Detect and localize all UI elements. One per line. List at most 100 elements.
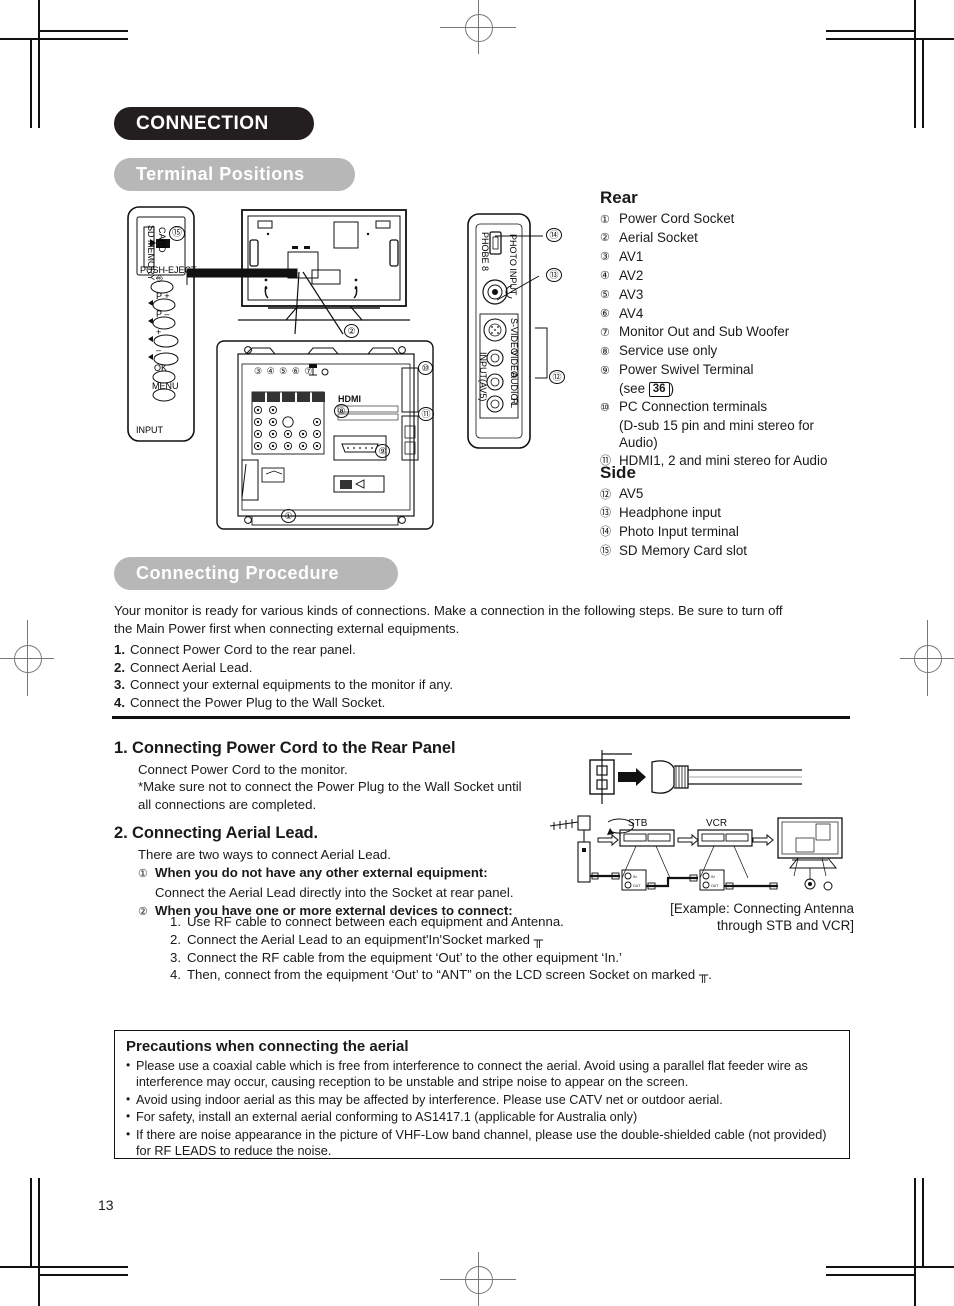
step-number: 1.	[114, 642, 125, 657]
example-caption: [Example: Connecting Antenna through STB…	[554, 900, 854, 934]
step-number: 2.	[114, 659, 125, 675]
connecting-procedure-banner: Connecting Procedure	[114, 557, 398, 590]
rear-callout-pc: ⑩	[418, 361, 434, 375]
list-item: 3. Connect the RF cable from the equipmen…	[170, 949, 790, 967]
item-number: ③	[600, 251, 610, 264]
item-label: Photo Input terminal	[619, 523, 739, 539]
list-item: ⑪ HDMI1, 2 and mini stereo for Audio	[600, 452, 890, 471]
list-item: ⑭ Photo Input terminal	[600, 523, 890, 542]
item-label: AV1	[619, 248, 644, 264]
crop-mark-bottom-left-inner-v	[30, 1178, 32, 1268]
item-label: AV4	[619, 305, 644, 321]
see-prefix: (see	[619, 381, 649, 397]
side-control-panel-diagram: SD MEMORY CARD PUSH-EJECT ⎆ P + P – + – …	[126, 205, 206, 445]
rear-terminal-list: ① Power Cord Socket ② Aerial Socket ③ AV1 ④…	[600, 210, 890, 471]
crop-mark-top-right-outer	[826, 38, 954, 40]
option-1-number: ①	[138, 868, 148, 881]
item-label: SD Memory Card slot	[619, 542, 747, 558]
crop-mark-bottom-right-inner-v	[922, 1178, 924, 1268]
caption-line-1: [Example: Connecting Antenna	[670, 901, 854, 916]
section-2-heading: 2. Connecting Aerial Lead.	[114, 824, 318, 842]
sd-card-slot-callout: ⑮	[169, 224, 185, 241]
item-label: Power Cord Socket	[619, 211, 735, 226]
pc-detail-line-2: Audio)	[619, 435, 658, 451]
rear-heading: Rear	[600, 188, 638, 207]
power-plug-diagram	[576, 748, 806, 810]
intro-line-1: Your monitor is ready for various kinds …	[114, 603, 783, 618]
svg-text:OUT: OUT	[633, 884, 641, 888]
svg-text:⎆: ⎆	[156, 273, 164, 283]
svg-text:INPUT: INPUT	[136, 425, 164, 435]
crop-mark-top-left-outer-v	[38, 0, 40, 128]
pc-detail-line-1: (D-sub 15 pin and mini stereo for	[619, 418, 815, 434]
list-item: ⑫ AV5	[600, 485, 890, 504]
list-item: 4. Then, connect from the equipment ‘Out’…	[170, 966, 790, 984]
side-terminal-list: ⑫ AV5 ⑬ Headphone input ⑭ Photo Input termi…	[600, 485, 890, 561]
list-item: 2. Connect Aerial Lead.	[114, 659, 854, 677]
antenna-chain-diagram: STB VCR IN OUT IN OUT	[548, 808, 848, 903]
item-label: Headphone input	[619, 504, 722, 520]
section-1-line-2: *Make sure not to connect the Power Plug…	[138, 779, 522, 795]
svg-text:–: –	[156, 345, 161, 355]
precaution-item: Please use a coaxial cable which is free…	[126, 1057, 839, 1091]
list-item: ⑥ AV4	[600, 305, 890, 324]
section-divider	[112, 716, 850, 719]
item-label: Service use only	[619, 343, 718, 359]
item-label: AV5	[619, 486, 644, 501]
crop-mark-top-left-inner	[38, 30, 128, 32]
rear-callout-swivel: ⑨	[375, 444, 391, 458]
item-number: ⑮	[600, 545, 611, 558]
item-number: ⑥	[600, 308, 610, 321]
see-suffix: )	[669, 381, 675, 397]
item-label: PC Connection terminals	[619, 399, 768, 415]
svg-text:CARD: CARD	[157, 227, 167, 253]
substep-text: Connect the RF cable from the equipment …	[187, 949, 622, 965]
rear-callout-service: ⑧	[334, 404, 350, 418]
intro-line-2: the Main Power first when connecting ext…	[114, 620, 460, 636]
item-label: Aerial Socket	[619, 229, 698, 245]
section-1-heading: 1. Connecting Power Cord to the Rear Pan…	[114, 739, 456, 757]
section-2-body: There are two ways to connect Aerial Lea…	[138, 846, 558, 922]
svg-text:VCR: VCR	[706, 818, 727, 829]
page-reference-line: (see 36)	[600, 380, 890, 398]
item-number: ④	[600, 270, 610, 283]
rear-callout-aerial: ②	[344, 324, 360, 338]
precaution-item: For safety, install an external aerial c…	[126, 1108, 839, 1125]
item-number: ⑫	[600, 488, 611, 501]
crop-mark-top-right-inner-v	[922, 38, 924, 128]
side-callout-leader-lines	[495, 232, 555, 382]
section-1-line-1: Connect Power Cord to the monitor.	[138, 762, 348, 777]
svg-text:+: +	[156, 327, 161, 337]
svg-text:HDMI: HDMI	[338, 394, 361, 404]
crop-mark-top-right-inner	[826, 30, 916, 32]
side-heading: Side	[600, 463, 636, 482]
svg-text:INPUT(AV5): INPUT(AV5)	[478, 352, 488, 401]
procedure-steps: 1. Connect Power Cord to the rear panel. …	[114, 641, 854, 711]
crop-mark-bottom-right-inner	[826, 1274, 916, 1276]
procedure-intro: Your monitor is ready for various kinds …	[114, 602, 854, 637]
step-text: Connect your external equipments to the …	[130, 677, 454, 693]
item-label: AV3	[619, 286, 644, 302]
rear-callout-power: ①	[281, 509, 297, 523]
page-reference: 36	[648, 382, 670, 398]
option-2-number: ②	[138, 906, 148, 919]
svg-text:MENU: MENU	[152, 381, 179, 391]
crop-mark-bottom-left-outer	[0, 1266, 128, 1268]
list-item: ③ AV1	[600, 248, 890, 267]
svg-text:OUT: OUT	[711, 884, 719, 888]
rear-callout-inputs: ③④⑤⑥⑦	[254, 366, 317, 376]
list-item: ⑩ PC Connection terminals	[600, 398, 890, 417]
item-number: ⑨	[600, 364, 610, 377]
substep-number: 4.	[170, 967, 181, 983]
registration-mark-right	[900, 620, 954, 696]
terminal-positions-title: Terminal Positions	[136, 164, 305, 184]
substep-number: 3.	[170, 949, 181, 965]
registration-mark-bottom	[440, 1252, 516, 1306]
item-label: Monitor Out and Sub Woofer	[619, 324, 790, 340]
item-label: AV2	[619, 267, 644, 283]
section-1-body: Connect Power Cord to the monitor. *Make…	[138, 761, 568, 813]
item-number: ⑦	[600, 326, 610, 339]
page-number: 13	[98, 1197, 114, 1213]
crop-mark-top-left-inner-v	[30, 38, 32, 128]
list-item: ⑦ Monitor Out and Sub Woofer	[600, 323, 890, 342]
